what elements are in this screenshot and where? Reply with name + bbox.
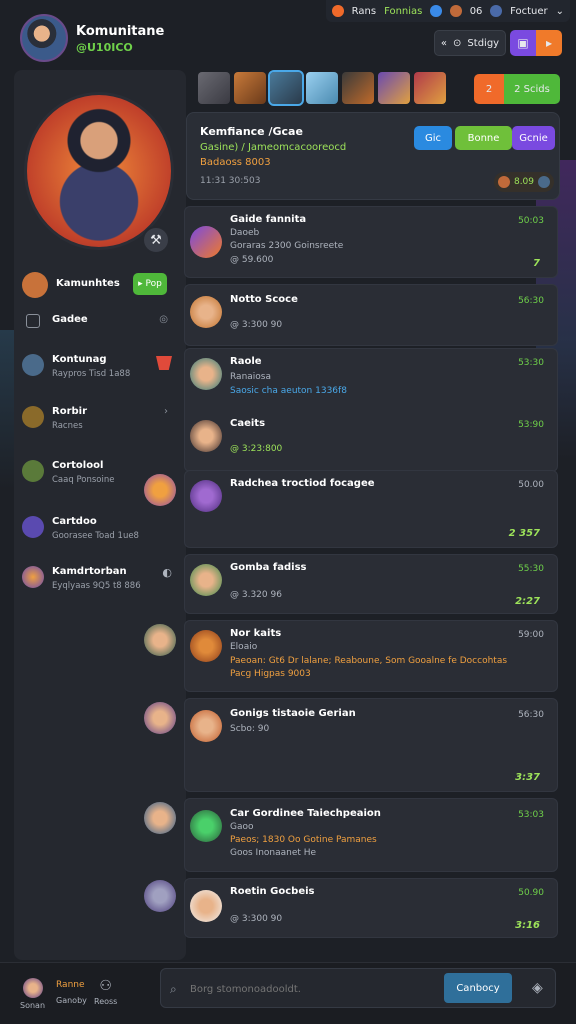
message-avatar[interactable]: [190, 710, 222, 742]
topbar-item: 06: [469, 5, 483, 17]
hammer-icon[interactable]: ⚒: [142, 226, 170, 254]
topbar-item[interactable]: Rans: [352, 6, 376, 17]
game-thumbnail[interactable]: [342, 72, 374, 104]
sidebar-item-cartdoo[interactable]: Cartdoo Goorasee Toad 1ue8: [22, 516, 182, 541]
target-icon: ⊙: [453, 37, 462, 49]
sender-avatar[interactable]: [144, 880, 176, 912]
send-button[interactable]: Canbocy: [444, 973, 512, 1003]
game-thumbnail[interactable]: [306, 72, 338, 104]
status-icon[interactable]: ◐: [162, 566, 172, 579]
topbar-item[interactable]: Fonnias: [384, 6, 422, 17]
feature-title: Kemfiance /Gcae: [200, 125, 303, 138]
people-icon: ⚇: [99, 978, 112, 994]
bottom-nav-item[interactable]: Sonan: [20, 978, 45, 1010]
sender-avatar[interactable]: [144, 802, 176, 834]
search-icon[interactable]: ⌕: [170, 982, 177, 997]
share-icon[interactable]: ▣: [510, 30, 536, 56]
message-avatar[interactable]: [190, 420, 222, 452]
diamond-icon[interactable]: ◈: [532, 980, 543, 996]
feature-line: Badaoss 8003: [200, 157, 271, 168]
sidebar-user-name: Kamunhtes: [56, 278, 120, 289]
group-icon: [22, 566, 44, 588]
message-avatar[interactable]: [190, 890, 222, 922]
globe-icon[interactable]: [430, 5, 443, 17]
user-avatar[interactable]: [20, 14, 68, 62]
chevron-right-icon[interactable]: ›: [164, 406, 168, 417]
play-icon: ▸: [138, 279, 143, 289]
sidebar-item-kamdrtorban[interactable]: Kamdrtorban Eyqlyaas 9Q5 t8 886 ◐: [22, 566, 182, 591]
double-chevron-left-icon: «: [440, 37, 448, 49]
app-title: Komunitane: [76, 24, 165, 39]
notification-icon[interactable]: [332, 5, 344, 17]
profile-icon: [22, 978, 43, 998]
sidebar-item-rorbir[interactable]: Rorbir Racnes ›: [22, 406, 182, 431]
message-avatar[interactable]: [190, 358, 222, 390]
user-avatar-small: [22, 272, 48, 298]
bottom-nav-label-active[interactable]: Ranne: [56, 980, 85, 990]
friends-icon[interactable]: [490, 5, 503, 17]
game-thumbnail-selected[interactable]: [268, 70, 304, 106]
bottom-nav-label[interactable]: Ganoby: [56, 996, 87, 1005]
feature-line: Gasine) / Jameomcacooreocd: [200, 142, 347, 153]
avatar: [497, 176, 510, 188]
message-avatar[interactable]: [190, 630, 222, 662]
message-avatar[interactable]: [190, 810, 222, 842]
feature-badge[interactable]: 8.09: [494, 172, 554, 192]
feature-meta: 11:31 30:503: [200, 176, 261, 186]
feature-button[interactable]: Bonne: [455, 126, 512, 150]
points-badge[interactable]: 2 2 Scids: [474, 74, 560, 104]
play-icon[interactable]: ▸: [536, 30, 562, 56]
profile-icon[interactable]: [450, 5, 462, 17]
sidebar-item-gadee[interactable]: Gadee ◎: [22, 314, 182, 328]
message-input[interactable]: [190, 978, 440, 1000]
message-avatar[interactable]: [190, 564, 222, 596]
app-subtitle: @U10ICO: [76, 41, 133, 54]
topbar-item[interactable]: Foctuer: [510, 6, 548, 17]
game-thumbnail[interactable]: [234, 72, 266, 104]
sender-avatar[interactable]: [144, 702, 176, 734]
bottom-nav-item[interactable]: ⚇ Reoss: [94, 978, 117, 1006]
message-avatar[interactable]: [190, 226, 222, 258]
message-avatar[interactable]: [190, 480, 222, 512]
back-button[interactable]: « ⊙ Stdigy: [434, 30, 506, 56]
message-avatar[interactable]: [190, 296, 222, 328]
top-status-bar: Rans Fonnias 06 Foctuer ⌄: [326, 0, 570, 22]
status-toggle-button[interactable]: ▸ Pop: [133, 273, 167, 295]
avatar: [538, 176, 551, 188]
sender-avatar[interactable]: [144, 624, 176, 656]
document-icon: [26, 314, 40, 328]
game-thumbnail[interactable]: [198, 72, 230, 104]
feature-button[interactable]: Gcnie: [512, 126, 555, 150]
game-thumbnail[interactable]: [378, 72, 410, 104]
header-actions[interactable]: ▣ ▸: [510, 30, 562, 56]
group-icon: [22, 516, 44, 538]
group-icon: [22, 354, 44, 376]
feature-button[interactable]: Gic: [414, 126, 452, 150]
group-icon: [22, 406, 44, 428]
sender-avatar[interactable]: [144, 474, 176, 506]
group-icon: [22, 460, 44, 482]
game-strip: [198, 70, 446, 106]
game-thumbnail[interactable]: [414, 72, 446, 104]
chevron-down-icon[interactable]: ⌄: [556, 6, 564, 17]
info-icon[interactable]: ◎: [159, 314, 168, 325]
